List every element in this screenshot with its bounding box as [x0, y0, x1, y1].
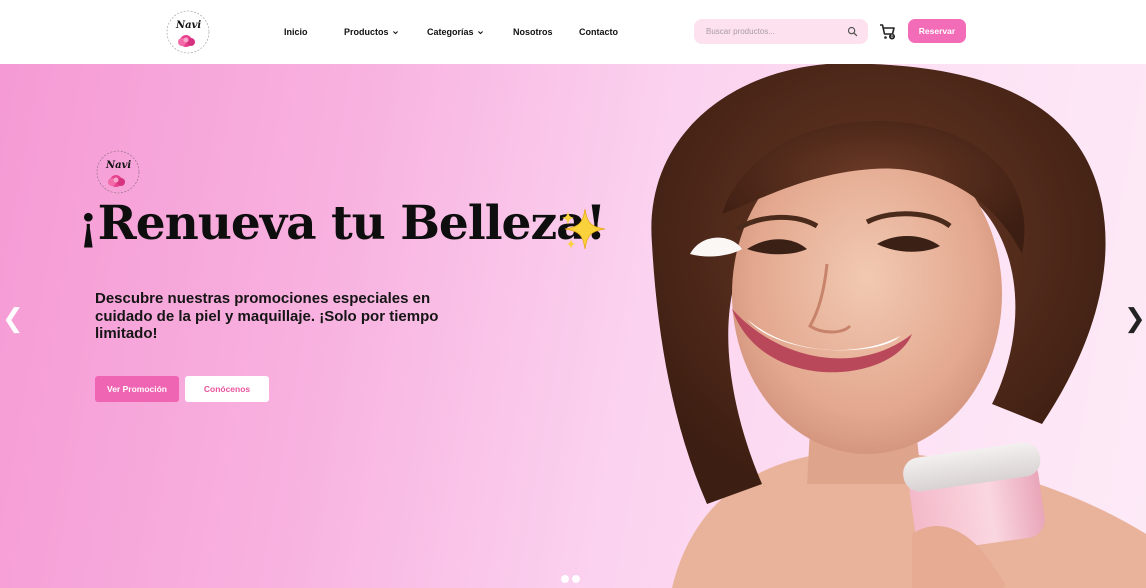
about-us-button[interactable]: Conócenos: [185, 376, 269, 402]
reserve-button[interactable]: Reservar: [908, 19, 966, 43]
nav-label: Categorías: [427, 27, 474, 37]
chevron-down-icon: [477, 30, 483, 34]
nav-label: Inicio: [284, 27, 308, 37]
search-box: [694, 19, 868, 44]
site-header: Navi Inicio Productos Categorías Nosotro…: [0, 0, 1146, 64]
hero-title: ¡Renueva tu Belleza!: [78, 196, 606, 251]
search-input[interactable]: [704, 26, 840, 37]
hero-subtitle: Descubre nuestras promociones especiales…: [95, 290, 439, 342]
nav-item-categorias[interactable]: Categorías: [427, 27, 513, 37]
carousel-indicators: [561, 575, 580, 583]
hero-model-photo: [651, 64, 1146, 588]
carousel-next-button[interactable]: ❯: [1124, 304, 1146, 334]
nav-item-contacto[interactable]: Contacto: [579, 27, 618, 37]
svg-text:Navi: Navi: [105, 160, 131, 171]
search-icon[interactable]: [847, 26, 858, 37]
carousel-dot[interactable]: [572, 575, 580, 583]
view-promotion-button[interactable]: Ver Promoción: [95, 376, 179, 402]
carousel-prev-button[interactable]: ❮: [2, 304, 24, 334]
cart-icon[interactable]: 0: [879, 23, 897, 41]
nav-item-nosotros[interactable]: Nosotros: [513, 27, 579, 37]
svg-text:Navi: Navi: [175, 20, 201, 31]
brand-logo[interactable]: Navi: [164, 8, 212, 56]
svg-text:0: 0: [891, 34, 894, 40]
hero-carousel: Navi ¡Renueva tu Belleza! Descubre nuest…: [0, 64, 1146, 588]
nav-label: Nosotros: [513, 27, 553, 37]
nav-label: Contacto: [579, 27, 618, 37]
nav-label: Productos: [344, 27, 389, 37]
carousel-dot[interactable]: [561, 575, 569, 583]
nav-item-productos[interactable]: Productos: [344, 27, 427, 37]
main-nav: Inicio Productos Categorías Nosotros Con…: [284, 0, 618, 64]
nav-item-inicio[interactable]: Inicio: [284, 27, 344, 37]
sparkles-icon: [562, 208, 606, 250]
chevron-down-icon: [392, 30, 398, 34]
hero-logo: Navi: [94, 148, 142, 196]
